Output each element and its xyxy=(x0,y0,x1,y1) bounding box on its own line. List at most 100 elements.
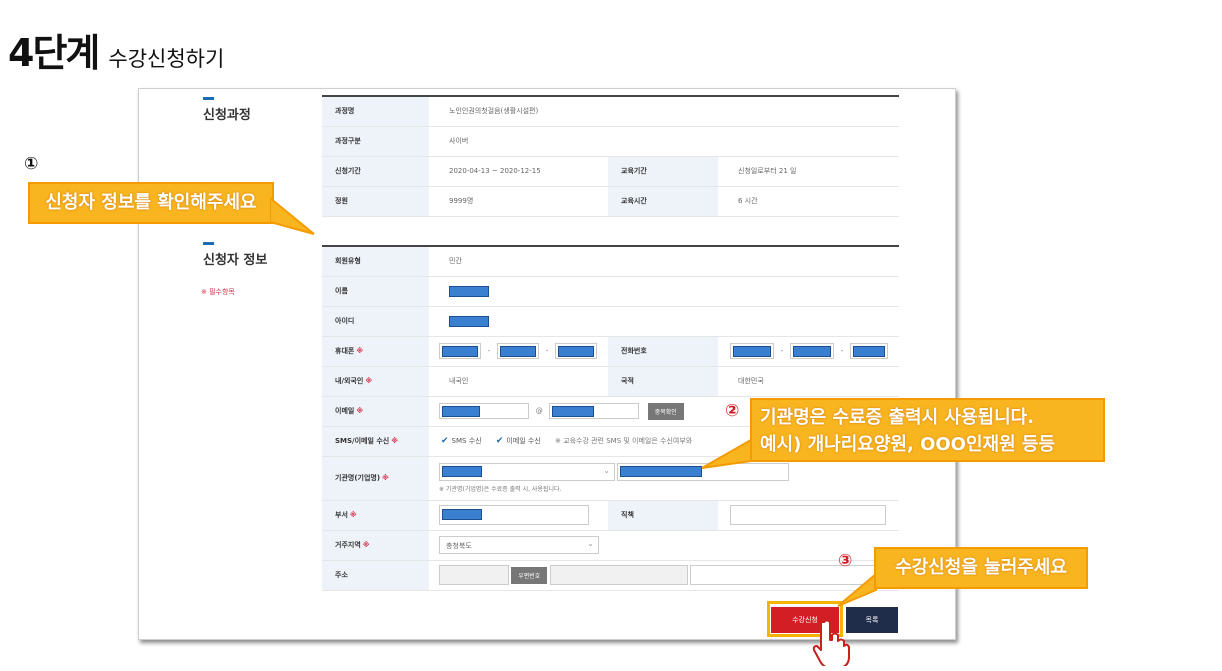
phone-field-2[interactable] xyxy=(790,343,834,359)
mobile-field-3[interactable] xyxy=(555,343,597,359)
table-row: 아이디 xyxy=(322,306,900,337)
required-fields-note: ※ 필수항목 xyxy=(201,288,235,296)
edu-period-value: 신청일로부터 21 일 xyxy=(718,156,900,187)
apply-period-value: 2020-04-13 ~ 2020-12-15 xyxy=(429,156,608,187)
country-label: 국적 xyxy=(608,366,718,397)
callout-2-line-1: 기관명은 수료증 출력시 사용됩니다. xyxy=(760,407,1035,428)
table-row: 거주지역 ※ 충청북도 ⌄ xyxy=(322,530,900,561)
email-checkbox-icon[interactable]: ✔ xyxy=(496,436,504,446)
zip-code-button[interactable]: 우편번호 xyxy=(511,566,548,584)
required-mark: ※ xyxy=(356,347,364,355)
callout-2-number: ② xyxy=(725,401,740,421)
region-select[interactable]: 충청북도 ⌄ xyxy=(439,536,599,554)
callout-2-line-2: 예시) 개나리요양원, OOO인재원 등등 xyxy=(760,434,1056,455)
applicant-section-title: 신청자 정보 xyxy=(203,253,268,268)
redacted-name xyxy=(449,285,489,297)
applicant-section-heading: 신청자 정보 xyxy=(203,242,267,268)
callout-click-apply: 수강신청을 눌러주세요 xyxy=(874,547,1088,589)
org-name-label: 기관명(기업명) xyxy=(335,474,381,482)
callout-3-number: ③ xyxy=(838,551,853,571)
zip-code-field xyxy=(439,565,509,585)
table-row: 정원 9999명 교육시간 6 시간 xyxy=(322,186,900,217)
email-option-label: 이메일 수신 xyxy=(506,437,541,445)
redacted-user-id xyxy=(449,315,489,327)
apply-period-label: 신청기간 xyxy=(322,156,429,187)
chevron-down-icon: ⌄ xyxy=(603,466,610,475)
department-input[interactable] xyxy=(439,505,589,525)
table-row: 기관명(기업명) ※ ⌄ ※ 기관명(기업명)은 수료증 출력 시, 사용됩니다. xyxy=(322,456,900,501)
capacity-value: 9999명 xyxy=(429,186,608,217)
email-id-field[interactable] xyxy=(439,403,529,419)
sms-consent-label: SMS/이메일 수신 xyxy=(335,437,390,445)
edu-hours-label: 교육시간 xyxy=(608,186,718,217)
chevron-down-icon: ⌄ xyxy=(587,539,594,548)
table-row: 주소 우편번호 xyxy=(322,560,900,591)
org-name-select[interactable]: ⌄ xyxy=(439,463,615,481)
step-number: 4단계 xyxy=(8,31,100,75)
required-mark: ※ xyxy=(356,407,364,415)
required-mark: ※ xyxy=(365,377,373,385)
table-row: 회원유형 민간 xyxy=(322,246,900,277)
mobile-label: 휴대폰 xyxy=(335,347,355,355)
course-name-value: 노인인권의첫걸음(생활시설편) xyxy=(429,96,900,127)
user-id-label: 아이디 xyxy=(322,306,429,337)
application-form-panel: 신청과정 과정명 노인인권의첫걸음(생활시설편) 과정구분 사이버 신청기간 2… xyxy=(138,88,956,640)
email-label: 이메일 xyxy=(335,407,355,415)
phone-field-3[interactable] xyxy=(850,343,888,359)
course-type-value: 사이버 xyxy=(429,126,900,157)
edu-hours-value: 6 시간 xyxy=(718,186,900,217)
mobile-field-1[interactable] xyxy=(439,343,481,359)
required-mark: ※ xyxy=(391,437,399,445)
section-marker xyxy=(203,97,214,100)
callout-1-pointer xyxy=(270,196,315,235)
required-mark: ※ xyxy=(362,541,370,549)
list-button[interactable]: 목록 xyxy=(846,607,898,633)
callout-3-pointer xyxy=(837,572,877,607)
member-type-value: 민간 xyxy=(429,246,900,277)
callout-1-number: ① xyxy=(24,154,39,174)
department-label: 부서 xyxy=(335,511,348,519)
course-section-title: 신청과정 xyxy=(203,108,251,123)
edu-period-label: 교육기간 xyxy=(608,156,718,187)
phone-field-1[interactable] xyxy=(730,343,774,359)
sms-hint: ※ 교육수강 관련 SMS 및 이메일은 수신여부와 xyxy=(555,437,693,445)
table-row: 과정명 노인인권의첫걸음(생활시설편) xyxy=(322,96,900,127)
org-name-note: ※ 기관명(기업명)은 수료증 출력 시, 사용됩니다. xyxy=(439,486,562,493)
phone-label: 전화번호 xyxy=(608,336,718,367)
hand-pointer-icon xyxy=(812,619,850,666)
position-label: 직책 xyxy=(608,500,718,531)
step-title: 4단계 수강신청하기 xyxy=(8,22,224,77)
table-row: 신청기간 2020-04-13 ~ 2020-12-15 교육기간 신청일로부터… xyxy=(322,156,900,187)
callout-check-applicant: 신청자 정보를 확인해주세요 xyxy=(28,182,274,224)
callout-org-name-info: 기관명은 수료증 출력시 사용됩니다. 예시) 개나리요양원, OOO인재원 등… xyxy=(750,398,1105,462)
address-label: 주소 xyxy=(322,560,429,591)
email-domain-field[interactable] xyxy=(549,403,640,419)
position-input[interactable] xyxy=(730,505,886,525)
mobile-field-2[interactable] xyxy=(497,343,539,359)
capacity-label: 정원 xyxy=(322,186,429,217)
course-info-table: 과정명 노인인권의첫걸음(생활시설편) 과정구분 사이버 신청기간 2020-0… xyxy=(322,95,900,217)
country-value: 대한민국 xyxy=(718,366,900,397)
course-type-label: 과정구분 xyxy=(322,126,429,157)
table-row: 이름 xyxy=(322,276,900,307)
email-at-sign: @ xyxy=(535,407,543,415)
nationality-value: 내국인 xyxy=(429,366,608,397)
required-mark: ※ xyxy=(349,511,357,519)
region-label: 거주지역 xyxy=(335,541,361,549)
duplicate-check-button[interactable]: 중복확인 xyxy=(647,402,684,420)
sms-checkbox-icon[interactable]: ✔ xyxy=(441,436,449,446)
course-name-label: 과정명 xyxy=(322,96,429,127)
address-field xyxy=(549,565,688,585)
section-marker xyxy=(203,242,214,245)
table-row: 휴대폰 ※ -- 전화번호 -- xyxy=(322,336,900,367)
table-row: 부서 ※ 직책 xyxy=(322,500,900,531)
table-row: 내/외국인 ※ 내국인 국적 대한민국 xyxy=(322,366,900,397)
nationality-label: 내/외국인 xyxy=(335,377,364,385)
sms-option-label: SMS 수신 xyxy=(451,437,482,445)
table-row: 과정구분 사이버 xyxy=(322,126,900,157)
course-section-heading: 신청과정 xyxy=(203,97,251,123)
name-label: 이름 xyxy=(322,276,429,307)
member-type-label: 회원유형 xyxy=(322,246,429,277)
region-selected-value: 충청북도 xyxy=(446,542,472,550)
required-mark: ※ xyxy=(382,474,389,482)
